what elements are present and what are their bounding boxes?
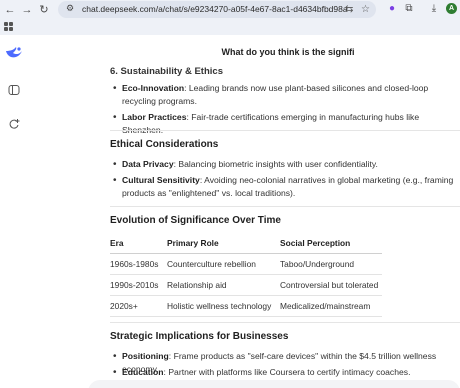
table-cell: 1990s-2010s	[110, 274, 167, 296]
table-cell: 1960s-1980s	[110, 253, 167, 275]
bookmark-star-icon[interactable]: ☆	[361, 4, 370, 15]
reload-icon[interactable]: ↻	[37, 3, 51, 17]
list-item: Cultural Sensitivity: Avoiding neo-colon…	[113, 174, 460, 200]
divider	[110, 322, 460, 323]
address-bar[interactable]: ⚙ chat.deepseek.com/a/chat/s/e9234270-a0…	[58, 1, 376, 18]
divider	[110, 130, 460, 131]
table-row: 2020s+ Holistic wellness technology Medi…	[110, 295, 382, 317]
column-header: Era	[110, 233, 167, 254]
list-item: Eco-Innovation: Leading brands now use p…	[113, 82, 460, 108]
back-icon[interactable]: ←	[3, 3, 17, 17]
table-cell: Holistic wellness technology	[167, 295, 280, 317]
table-cell: Relationship aid	[167, 274, 280, 296]
section-heading: Ethical Considerations	[110, 139, 219, 150]
table-row: 1960s-1980s Counterculture rebellion Tab…	[110, 253, 382, 275]
list-item: Labor Practices: Fair-trade certificatio…	[113, 111, 460, 137]
table-cell: 2020s+	[110, 295, 167, 317]
forward-icon[interactable]: →	[20, 3, 34, 17]
list-item: Education: Partner with platforms like C…	[113, 366, 460, 379]
column-header: Social Perception	[280, 233, 382, 254]
url-text: chat.deepseek.com/a/chat/s/e9234270-a05f…	[82, 4, 348, 14]
table-cell: Taboo/Underground	[280, 253, 382, 275]
download-icon[interactable]: ⤓	[428, 3, 440, 15]
list-item: Data Privacy: Balancing biometric insigh…	[113, 158, 460, 171]
browser-toolbar: ← → ↻ ⚙ chat.deepseek.com/a/chat/s/e9234…	[0, 0, 460, 35]
profile-avatar[interactable]: A	[446, 3, 457, 14]
evolution-table: Era Primary Role Social Perception 1960s…	[110, 233, 382, 317]
table-row: 1990s-2010s Relationship aid Controversi…	[110, 274, 382, 296]
column-header: Primary Role	[167, 233, 280, 254]
deepseek-logo-icon[interactable]	[4, 45, 24, 61]
table-cell: Counterculture rebellion	[167, 253, 280, 275]
chat-title[interactable]: What do you think is the signifi	[208, 43, 368, 61]
table-cell: Medicalized/mainstream	[280, 295, 382, 317]
sidebar-toggle-icon[interactable]	[8, 84, 20, 96]
apps-grid-icon[interactable]	[4, 22, 13, 31]
extensions-puzzle-icon[interactable]: ⧉	[403, 3, 415, 15]
table-cell: Controversial but tolerated	[280, 274, 382, 296]
site-info-icon[interactable]: ⚙	[66, 3, 74, 14]
table-header-row: Era Primary Role Social Perception	[110, 233, 382, 254]
new-chat-icon[interactable]	[8, 118, 20, 130]
section-heading: Evolution of Significance Over Time	[110, 215, 281, 226]
extension-icon[interactable]: ●	[386, 3, 398, 15]
divider	[110, 206, 460, 207]
section-heading: Strategic Implications for Businesses	[110, 331, 289, 342]
translate-icon[interactable]: ⇆	[345, 4, 353, 15]
section-heading: 6. Sustainability & Ethics	[110, 66, 223, 77]
message-input-box[interactable]	[88, 380, 460, 388]
